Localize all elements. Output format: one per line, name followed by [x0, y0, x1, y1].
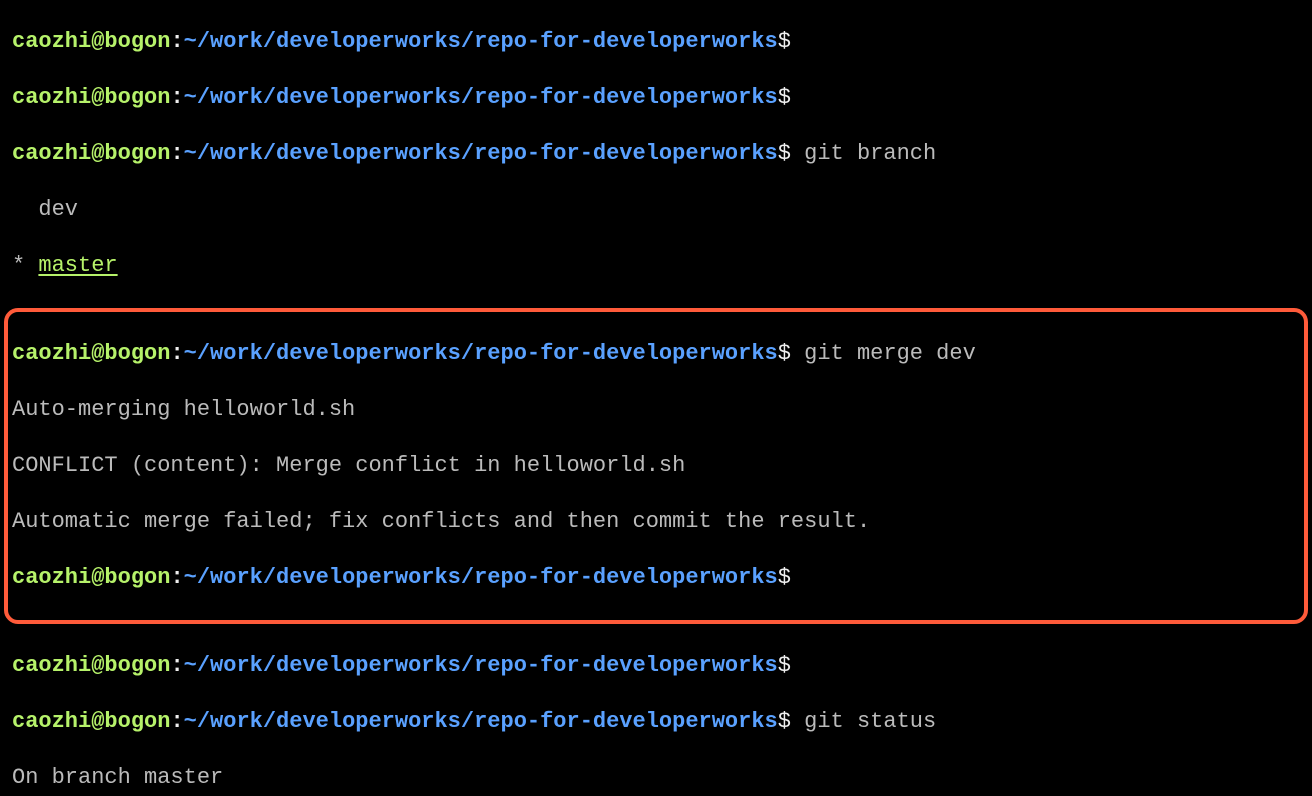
prompt-path: ~/work/developerworks/repo-for-developer…: [184, 85, 778, 110]
merge-line-2: CONFLICT (content): Merge conflict in he…: [12, 452, 1300, 480]
prompt-colon: :: [170, 85, 183, 110]
branch-dev: dev: [12, 196, 1300, 224]
prompt-user: caozhi@bogon: [12, 565, 170, 590]
prompt-path: ~/work/developerworks/repo-for-developer…: [184, 565, 778, 590]
prompt-dollar: $: [778, 653, 791, 678]
prompt-line-after-merge: caozhi@bogon:~/work/developerworks/repo-…: [12, 564, 1300, 592]
prompt-line-3: caozhi@bogon:~/work/developerworks/repo-…: [12, 652, 1300, 680]
prompt-colon: :: [170, 341, 183, 366]
prompt-path: ~/work/developerworks/repo-for-developer…: [184, 653, 778, 678]
prompt-user: caozhi@bogon: [12, 709, 170, 734]
prompt-dollar: $: [778, 341, 791, 366]
prompt-dollar: $: [778, 141, 791, 166]
prompt-dollar: $: [778, 85, 791, 110]
branch-master-name: master: [38, 253, 117, 278]
prompt-user: caozhi@bogon: [12, 85, 170, 110]
cmd-git-status: git status: [804, 709, 936, 734]
prompt-path: ~/work/developerworks/repo-for-developer…: [184, 341, 778, 366]
terminal-output[interactable]: caozhi@bogon:~/work/developerworks/repo-…: [0, 0, 1312, 796]
prompt-colon: :: [170, 29, 183, 54]
prompt-path: ~/work/developerworks/repo-for-developer…: [184, 141, 778, 166]
prompt-user: caozhi@bogon: [12, 141, 170, 166]
prompt-user: caozhi@bogon: [12, 653, 170, 678]
prompt-dollar: $: [778, 709, 791, 734]
cmd-git-merge: git merge dev: [804, 341, 976, 366]
prompt-user: caozhi@bogon: [12, 29, 170, 54]
merge-highlight-box: caozhi@bogon:~/work/developerworks/repo-…: [4, 308, 1308, 624]
prompt-line-git-merge: caozhi@bogon:~/work/developerworks/repo-…: [12, 340, 1300, 368]
prompt-dollar: $: [778, 29, 791, 54]
branch-master-prefix: *: [12, 253, 38, 278]
prompt-dollar: $: [778, 565, 791, 590]
prompt-colon: :: [170, 709, 183, 734]
merge-line-3: Automatic merge failed; fix conflicts an…: [12, 508, 1300, 536]
merge-line-1: Auto-merging helloworld.sh: [12, 396, 1300, 424]
prompt-line-1: caozhi@bogon:~/work/developerworks/repo-…: [12, 28, 1300, 56]
prompt-line-git-status: caozhi@bogon:~/work/developerworks/repo-…: [12, 708, 1300, 736]
prompt-path: ~/work/developerworks/repo-for-developer…: [184, 29, 778, 54]
branch-master: * master: [12, 252, 1300, 280]
prompt-colon: :: [170, 141, 183, 166]
prompt-line-2: caozhi@bogon:~/work/developerworks/repo-…: [12, 84, 1300, 112]
prompt-user: caozhi@bogon: [12, 341, 170, 366]
prompt-colon: :: [170, 565, 183, 590]
status-line-1: On branch master: [12, 764, 1300, 792]
prompt-colon: :: [170, 653, 183, 678]
cmd-git-branch: git branch: [804, 141, 936, 166]
prompt-line-git-branch: caozhi@bogon:~/work/developerworks/repo-…: [12, 140, 1300, 168]
prompt-path: ~/work/developerworks/repo-for-developer…: [184, 709, 778, 734]
